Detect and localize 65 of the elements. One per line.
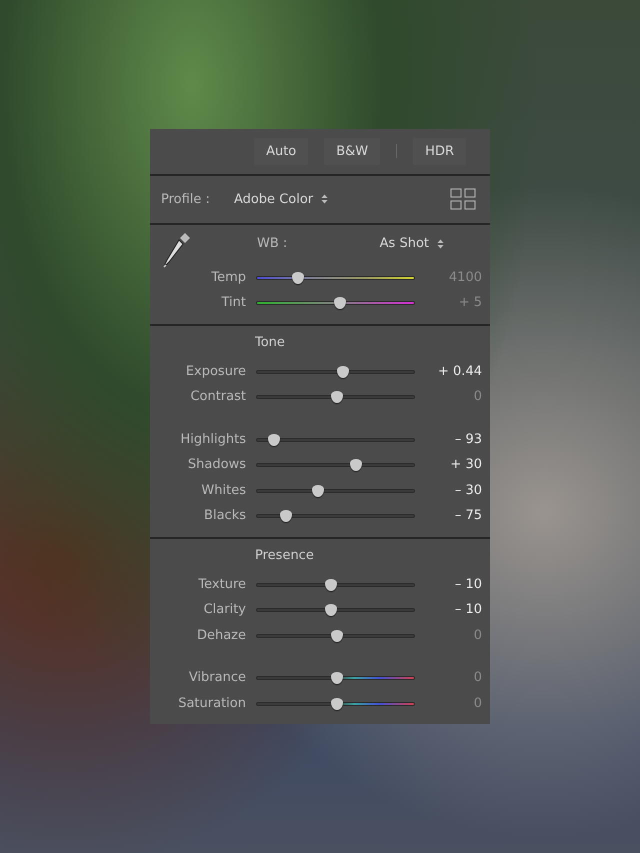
slider-track[interactable] <box>256 364 415 378</box>
slider-value: 0 <box>472 388 482 406</box>
slider-label: Texture <box>197 576 246 594</box>
slider-label: Clarity <box>202 601 246 620</box>
slider-value: 0 <box>472 626 482 645</box>
section-title: Presence <box>255 546 314 564</box>
wb-label: WB : <box>257 235 288 253</box>
slider-value: – 30 <box>454 482 482 500</box>
slider-thumb[interactable] <box>350 459 362 471</box>
updown-caret-icon <box>437 238 444 249</box>
updown-caret-icon <box>321 194 328 204</box>
slider-thumb[interactable] <box>330 672 343 684</box>
slider-value: + 30 <box>449 456 482 474</box>
slider-value: – 10 <box>454 576 482 594</box>
profile-label: Profile : <box>161 190 210 208</box>
profile-dropdown[interactable]: Adobe Color <box>234 190 328 209</box>
slider-track[interactable] <box>256 458 415 472</box>
slider-track[interactable] <box>256 390 415 404</box>
slider-label: Exposure <box>184 362 246 381</box>
slider-thumb[interactable] <box>330 698 343 710</box>
slider-thumb[interactable] <box>325 578 338 590</box>
section-title: Tone <box>255 334 285 352</box>
slider-track[interactable] <box>256 270 415 284</box>
grid-view-icon[interactable] <box>450 188 476 210</box>
preset-button[interactable]: B&W <box>324 138 380 165</box>
slider-label: Saturation <box>177 694 246 713</box>
slider-value: + 5 <box>458 294 482 312</box>
slider-value: – 75 <box>454 507 482 526</box>
slider-label: Tint <box>220 294 246 312</box>
slider-track[interactable] <box>256 628 415 642</box>
slider-track[interactable] <box>256 432 415 446</box>
slider-value: 4100 <box>448 268 482 287</box>
slider-label: Shadows <box>186 456 246 474</box>
preset-button[interactable]: Auto <box>254 138 308 165</box>
slider-thumb[interactable] <box>330 391 343 403</box>
slider-thumb[interactable] <box>325 604 338 616</box>
slider-track[interactable] <box>256 671 415 685</box>
slider-thumb[interactable] <box>336 366 349 378</box>
slider-value: – 10 <box>454 601 482 620</box>
wb-dropdown[interactable]: As Shot <box>380 234 444 254</box>
slider-track[interactable] <box>256 603 415 617</box>
slider-label: Vibrance <box>188 669 246 688</box>
preset-button[interactable]: HDR <box>413 138 466 165</box>
slider-track[interactable] <box>256 578 415 592</box>
slider-track[interactable] <box>256 696 415 710</box>
slider-value: 0 <box>472 669 482 688</box>
eyedropper-icon[interactable] <box>163 232 191 268</box>
slider-label: Dehaze <box>196 626 246 645</box>
slider-thumb[interactable] <box>268 434 280 446</box>
slider-track[interactable] <box>256 296 415 310</box>
slider-track[interactable] <box>256 484 415 498</box>
slider-value: – 93 <box>454 430 482 449</box>
slider-label: Blacks <box>203 507 246 526</box>
slider-thumb[interactable] <box>330 630 343 642</box>
slider-value: + 0.44 <box>437 362 482 381</box>
slider-track[interactable] <box>256 509 415 523</box>
slider-thumb[interactable] <box>334 297 346 309</box>
slider-label: Temp <box>210 268 246 287</box>
slider-label: Highlights <box>180 430 246 449</box>
slider-thumb[interactable] <box>280 510 292 522</box>
slider-thumb[interactable] <box>292 272 304 284</box>
slider-value: 0 <box>472 694 482 713</box>
slider-thumb[interactable] <box>312 484 324 496</box>
slider-label: Whites <box>200 482 246 500</box>
slider-label: Contrast <box>189 388 246 406</box>
